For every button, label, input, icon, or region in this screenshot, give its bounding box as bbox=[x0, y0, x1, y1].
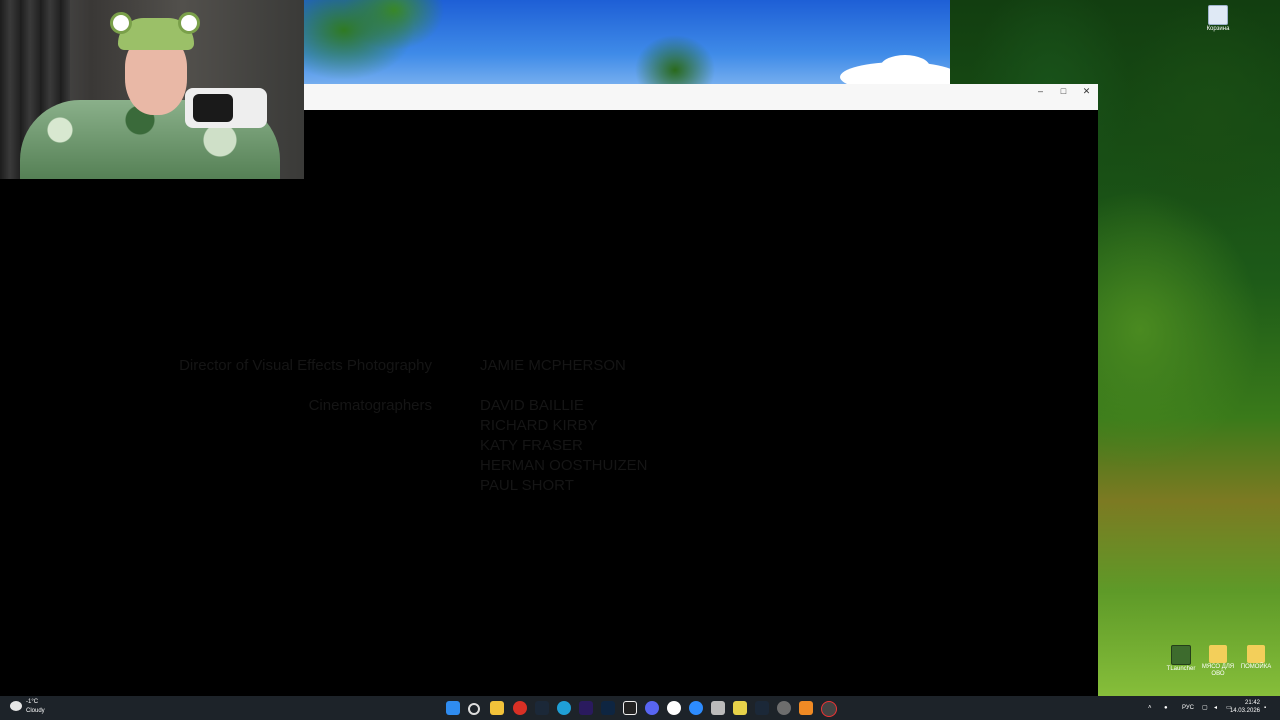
cloud-icon bbox=[10, 701, 22, 711]
credit-name: PAUL SHORT bbox=[480, 477, 574, 494]
settings-icon[interactable] bbox=[777, 701, 791, 715]
wallpaper-cloud bbox=[880, 55, 930, 80]
clock-time: 21:42 bbox=[1244, 700, 1260, 706]
volume-icon[interactable]: ◂ bbox=[1214, 696, 1217, 720]
credit-role: Director of Visual Effects Photography bbox=[179, 357, 432, 374]
desktop-icon-label: Корзина bbox=[1206, 26, 1230, 32]
window-titlebar[interactable]: – □ ✕ bbox=[304, 84, 1098, 111]
yandex-icon[interactable] bbox=[667, 701, 681, 715]
language-indicator[interactable]: РУС bbox=[1182, 696, 1194, 720]
desktop-icon-label: ПОМОЙКА bbox=[1240, 664, 1272, 670]
obs-icon[interactable] bbox=[821, 701, 837, 717]
app-icon[interactable] bbox=[711, 701, 725, 715]
vlc-icon[interactable] bbox=[799, 701, 813, 715]
discord-icon[interactable] bbox=[645, 701, 659, 715]
wallpaper-tree bbox=[630, 30, 720, 90]
chrome-icon[interactable] bbox=[513, 701, 527, 715]
minecraft-launcher-icon bbox=[1171, 645, 1191, 665]
webcam-vr-lens bbox=[193, 94, 233, 122]
file-explorer-icon[interactable] bbox=[490, 701, 504, 715]
weather-widget[interactable]: -1°C Cloudy bbox=[10, 698, 70, 718]
video-canvas[interactable]: Director of Visual Effects Photography J… bbox=[0, 110, 1098, 696]
weather-condition: Cloudy bbox=[26, 708, 45, 714]
recycle-bin-icon bbox=[1208, 5, 1228, 25]
wallpaper-tree bbox=[304, 0, 444, 90]
credit-name: KATY FRASER bbox=[480, 437, 583, 454]
network-icon[interactable]: ▢ bbox=[1202, 696, 1208, 720]
desktop-icon-recycle-bin[interactable]: Корзина bbox=[1195, 5, 1241, 33]
folder-icon bbox=[1247, 645, 1265, 663]
credit-name: HERMAN OOSTHUIZEN bbox=[480, 457, 648, 474]
edge-icon[interactable] bbox=[557, 701, 571, 715]
credit-name: JAMIE MCPHERSON bbox=[480, 357, 626, 374]
photoshop-icon[interactable] bbox=[601, 701, 615, 715]
folder-icon bbox=[1209, 645, 1227, 663]
premiere-icon[interactable] bbox=[579, 701, 593, 715]
app-icon[interactable] bbox=[733, 701, 747, 715]
capcut-icon[interactable] bbox=[623, 701, 637, 715]
maximize-button[interactable]: □ bbox=[1052, 84, 1075, 98]
close-button[interactable]: ✕ bbox=[1075, 84, 1098, 98]
search-icon[interactable] bbox=[468, 703, 480, 715]
webcam-overlay bbox=[0, 0, 304, 179]
chevron-up-icon[interactable]: ˄ bbox=[1148, 696, 1152, 720]
credit-role: Cinematographers bbox=[308, 397, 432, 414]
start-icon[interactable] bbox=[446, 701, 460, 715]
webcam-vr-headset bbox=[185, 88, 267, 128]
clock-date: 14.03.2026 bbox=[1229, 708, 1260, 714]
webcam-hat-eye bbox=[110, 12, 132, 34]
clock[interactable]: 21:42 14.03.2026 bbox=[1230, 699, 1260, 715]
minimize-button[interactable]: – bbox=[1029, 84, 1052, 98]
credit-name: RICHARD KIRBY bbox=[480, 417, 598, 434]
taskbar: -1°C Cloudy ˄ ● РУС ▢ ◂ ▭ 21:42 14.03.20… bbox=[0, 696, 1280, 720]
steam-icon[interactable] bbox=[535, 701, 549, 715]
desktop-icon-folder-2[interactable]: ПОМОЙКА bbox=[1233, 645, 1279, 671]
notification-icon[interactable]: ▪ bbox=[1264, 696, 1266, 720]
steam-icon[interactable] bbox=[755, 701, 769, 715]
microphone-icon[interactable]: ● bbox=[1164, 696, 1168, 720]
credit-name: DAVID BAILLIE bbox=[480, 397, 584, 414]
webcam-hat-eye bbox=[178, 12, 200, 34]
zoom-icon[interactable] bbox=[689, 701, 703, 715]
weather-temperature: -1°C bbox=[26, 699, 39, 705]
